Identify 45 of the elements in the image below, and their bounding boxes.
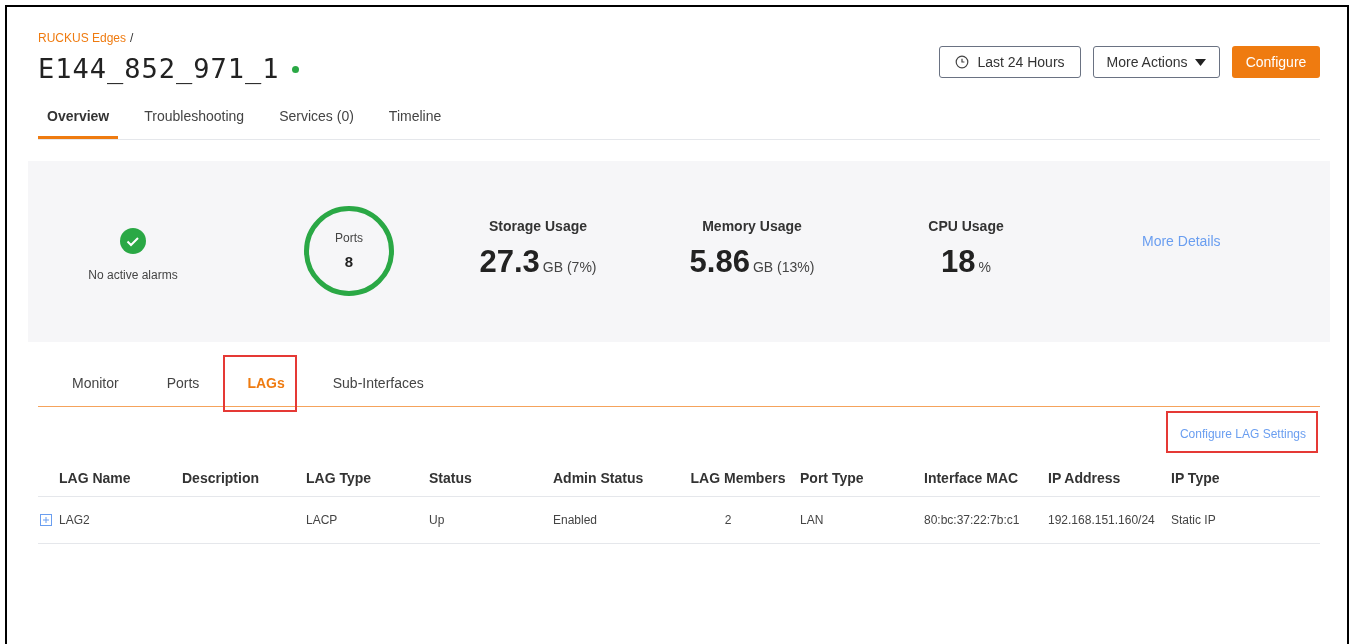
breadcrumb-separator: / [130,30,134,47]
table-cell-text: LAG2 [59,511,90,529]
table-cell-text: Up [429,511,445,529]
metric-unit: GB (13%) [752,258,815,278]
tab[interactable]: Troubleshooting [135,103,254,139]
more-actions-button[interactable]: More Actions [1093,46,1220,78]
expand-icon[interactable] [40,513,52,526]
tab[interactable]: Sub-Interfaces [308,372,448,406]
column-header: LAG Members [690,470,786,486]
alarm-status-text: No active alarms [88,267,178,284]
column-header: Interface MAC [924,470,1019,486]
metric-unit: GB (7%) [542,258,597,278]
column-header: Description [182,470,259,486]
table-cell-text: Enabled [553,511,598,529]
column-header: Status [429,470,472,486]
column-header: Port Type [800,470,864,486]
caret-icon [1195,58,1207,66]
tab[interactable]: Overview [38,103,119,139]
column-header: Admin Status [553,470,644,486]
metric-value: 18 [941,243,976,282]
ports-label: Ports [335,229,363,247]
clock-icon [955,55,970,69]
column-header: IP Address [1048,470,1121,486]
metric-title: Memory Usage [702,217,802,237]
metric-title: Storage Usage [488,217,587,237]
table-cell-text: 192.168.151.160/24 [1048,511,1155,529]
column-header: LAG Type [306,470,372,486]
metric-value: 27.3 [479,243,540,282]
column-header: LAG Name [59,470,131,486]
column-header: IP Type [1171,470,1220,486]
metric-value: 5.86 [689,243,750,282]
metric-title: CPU Usage [928,217,1004,237]
ports-count: 8 [344,251,354,272]
tab[interactable]: Ports [142,372,224,406]
table-cell-text: LAN [800,511,824,529]
table-cell-text: LACP [306,511,338,529]
tab[interactable]: Timeline [379,103,451,139]
tab[interactable]: Services (0) [270,103,363,139]
metric-unit: % [978,258,991,278]
table-cell-text: 2 [724,511,732,529]
time-range-button[interactable]: Last 24 Hours [939,46,1081,78]
table-cell-text: Static IP [1171,511,1216,529]
device-title: E144_852_971_1 [38,52,280,86]
table-cell-text: 80:bc:37:22:7b:c1 [924,511,1020,529]
tab[interactable]: Monitor [48,372,143,406]
